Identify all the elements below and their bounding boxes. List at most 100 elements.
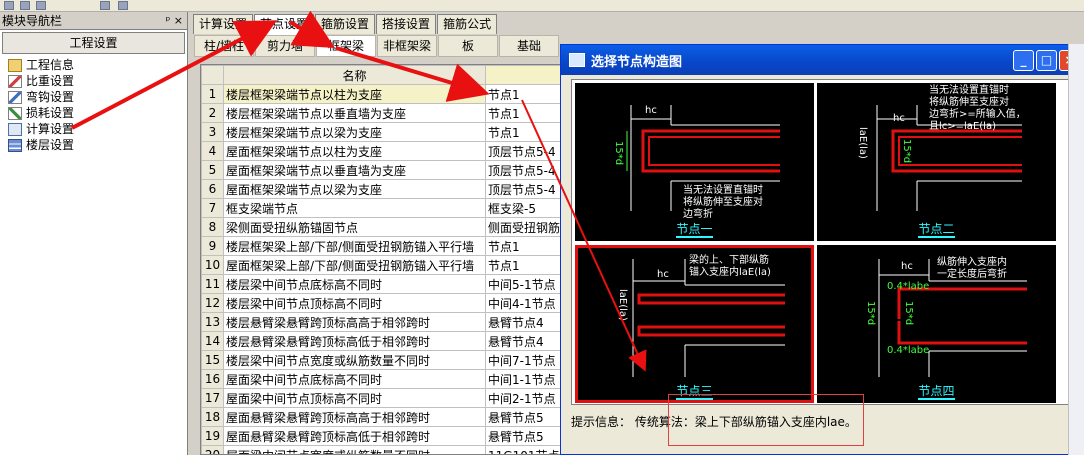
- table-row[interactable]: 11 楼层梁中间节点底标高不同时 中间5-1节点: [201, 274, 569, 294]
- save-icon[interactable]: [36, 1, 46, 10]
- row-name: 屋面框架梁端节点以梁为支座: [223, 179, 486, 199]
- nav-item-hook[interactable]: 弯钩设置: [8, 89, 187, 105]
- row-number: 8: [201, 217, 224, 237]
- row-value[interactable]: 顶层节点5-4: [485, 141, 569, 161]
- table-row[interactable]: 14 楼层悬臂梁悬臂跨顶标高低于相邻跨时 悬臂节点4: [201, 331, 569, 351]
- subtab-frame-beam[interactable]: 框架梁: [316, 35, 376, 57]
- row-name: 屋面框架梁端节点以柱为支座: [223, 141, 486, 161]
- tab-stirrup-settings[interactable]: 箍筋设置: [315, 14, 376, 34]
- table-row[interactable]: 8 梁侧面受扭纵筋锚固节点 侧面受扭钢筋: [201, 217, 569, 237]
- table-row[interactable]: 19 屋面悬臂梁悬臂跨顶标高低于相邻跨时 悬臂节点5: [201, 426, 569, 446]
- lae-label: laE(la): [857, 127, 868, 159]
- node-note: 梁的上、下部纵筋 锚入支座内laE(la): [689, 255, 771, 278]
- table-row[interactable]: 9 楼层框架梁上部/下部/侧面受扭钢筋锚入平行墙 节点1: [201, 236, 569, 256]
- subtab-column[interactable]: 柱/墙柱: [194, 35, 254, 57]
- row-value[interactable]: 11G101节点1: [485, 445, 569, 454]
- nav-item-calc[interactable]: 计算设置: [8, 121, 187, 137]
- row-value[interactable]: 侧面受扭钢筋: [485, 217, 569, 237]
- len-label: 15*d: [613, 141, 624, 166]
- row-value[interactable]: 悬臂节点4: [485, 312, 569, 332]
- nav-item-floor[interactable]: 楼层设置: [8, 137, 187, 153]
- row-value[interactable]: 节点1: [485, 84, 569, 104]
- table-row[interactable]: 6 屋面框架梁端节点以梁为支座 顶层节点5-4: [201, 179, 569, 199]
- project-settings-header[interactable]: 工程设置: [2, 32, 185, 54]
- row-value[interactable]: 节点1: [485, 236, 569, 256]
- new-file-icon[interactable]: [4, 1, 14, 10]
- row-value[interactable]: 节点1: [485, 103, 569, 123]
- table-row[interactable]: 1 楼层框架梁端节点以柱为支座 节点1: [201, 84, 569, 104]
- node-note: 当无法设置直锚时 将纵筋伸至支座对 边弯折>=所输入值， 且lc>=laE(la…: [929, 85, 1026, 132]
- redo-icon[interactable]: [118, 1, 128, 10]
- subtab-slab[interactable]: 板: [438, 35, 498, 57]
- row-number: 3: [201, 122, 224, 142]
- row-value[interactable]: 中间4-1节点: [485, 293, 569, 313]
- table-row[interactable]: 10 屋面框架梁上部/下部/侧面受扭钢筋锚入平行墙 节点1: [201, 255, 569, 275]
- row-name: 楼层框架梁端节点以梁为支座: [223, 122, 486, 142]
- subtab-shear-wall[interactable]: 剪力墙: [255, 35, 315, 57]
- row-number: 2: [201, 103, 224, 123]
- subtab-non-frame-beam[interactable]: 非框架梁: [377, 35, 437, 57]
- table-row[interactable]: 5 屋面框架梁端节点以垂直墙为支座 顶层节点5-4: [201, 160, 569, 180]
- nav-item-loss[interactable]: 损耗设置: [8, 105, 187, 121]
- row-name: 屋面梁中间节点宽度或纵筋数量不同时: [223, 445, 486, 454]
- table-row[interactable]: 7 框支梁端节点 框支梁-5: [201, 198, 569, 218]
- row-number: 19: [201, 426, 224, 446]
- row-name: 屋面梁中间节点底标高不同时: [223, 369, 486, 389]
- row-value[interactable]: 顶层节点5-4: [485, 179, 569, 199]
- row-value[interactable]: 顶层节点5-4: [485, 160, 569, 180]
- node-diagram-2[interactable]: hc laE(la) 15*d 当无法设置直锚时 将纵筋伸至支座对 边弯折>=所…: [817, 83, 1056, 241]
- row-number: 12: [201, 293, 224, 313]
- node-diagram-4[interactable]: hc 0.4*labe 0.4*labe 15*d 15*d 纵筋伸入支座内 一…: [817, 245, 1056, 403]
- row-value[interactable]: 悬臂节点5: [485, 426, 569, 446]
- tab-lap-settings[interactable]: 搭接设置: [376, 14, 437, 34]
- node-diagram-3[interactable]: hc laE(la) 梁的上、下部纵筋 锚入支座内laE(la) 节点三: [575, 245, 814, 403]
- table-row[interactable]: 3 楼层框架梁端节点以梁为支座 节点1: [201, 122, 569, 142]
- calc-icon: [8, 122, 22, 136]
- app-icon: [569, 53, 585, 67]
- tab-node-settings[interactable]: 节点设置: [254, 14, 315, 35]
- nav-item-project-info[interactable]: 工程信息: [8, 57, 187, 73]
- row-value[interactable]: 框支梁-5: [485, 198, 569, 218]
- row-name: 楼层悬臂梁悬臂跨顶标高低于相邻跨时: [223, 331, 486, 351]
- navigator-title-bar: 模块导航栏 ᵖ ×: [0, 12, 187, 30]
- edit-icon[interactable]: [20, 1, 30, 10]
- table-row[interactable]: 18 屋面悬臂梁悬臂跨顶标高高于相邻跨时 悬臂节点5: [201, 407, 569, 427]
- table-row[interactable]: 2 楼层框架梁端节点以垂直墙为支座 节点1: [201, 103, 569, 123]
- hint-highlight-box: [668, 394, 864, 446]
- table-row[interactable]: 15 楼层梁中间节点宽度或纵筋数量不同时 中间7-1节点: [201, 350, 569, 370]
- row-value[interactable]: 节点1: [485, 255, 569, 275]
- tab-stirrup-formula[interactable]: 箍筋公式: [437, 14, 498, 34]
- row-name: 框支梁端节点: [223, 198, 486, 218]
- len-label: 15*d: [901, 139, 912, 164]
- node-diagram-1[interactable]: hc 15*d 当无法设置直锚时 将纵筋伸至支座对 边弯折 节点一: [575, 83, 814, 241]
- tab-calc-settings[interactable]: 计算设置: [193, 14, 254, 34]
- dialog-titlebar[interactable]: 选择节点构造图: [561, 45, 1083, 75]
- node-note: 纵筋伸入支座内 一定长度后弯折: [937, 257, 1007, 280]
- row-value[interactable]: 节点1: [485, 122, 569, 142]
- minimize-button[interactable]: _: [1013, 50, 1034, 71]
- row-value[interactable]: 悬臂节点5: [485, 407, 569, 427]
- row-value[interactable]: 悬臂节点4: [485, 331, 569, 351]
- row-name: 屋面框架梁端节点以垂直墙为支座: [223, 160, 486, 180]
- row-value[interactable]: 中间5-1节点: [485, 274, 569, 294]
- maximize-button[interactable]: □: [1036, 50, 1057, 71]
- row-number: 20: [201, 445, 224, 454]
- pin-close-icons[interactable]: ᵖ ×: [166, 12, 183, 30]
- node-caption: 节点一: [676, 222, 713, 238]
- table-row[interactable]: 12 楼层梁中间节点顶标高不同时 中间4-1节点: [201, 293, 569, 313]
- table-row[interactable]: 17 屋面梁中间节点顶标高不同时 中间2-1节点: [201, 388, 569, 408]
- node-settings-table: 名称 1 楼层框架梁端节点以柱为支座 节点1 2 楼层框架梁端节点以垂直墙为支座 节点1 3…: [200, 64, 570, 455]
- table-row[interactable]: 4 屋面框架梁端节点以柱为支座 顶层节点5-4: [201, 141, 569, 161]
- undo-icon[interactable]: [100, 1, 110, 10]
- row-value[interactable]: 中间1-1节点: [485, 369, 569, 389]
- subtab-foundation[interactable]: 基础: [499, 35, 559, 57]
- row-value[interactable]: 中间2-1节点: [485, 388, 569, 408]
- table-row[interactable]: 13 楼层悬臂梁悬臂跨顶标高高于相邻跨时 悬臂节点4: [201, 312, 569, 332]
- table-row[interactable]: 20屋面梁中间节点宽度或纵筋数量不同时11G101节点1: [201, 445, 569, 454]
- row-name: 楼层框架梁端节点以柱为支座: [223, 84, 486, 104]
- vertical-scrollbar[interactable]: [1068, 44, 1084, 455]
- table-row[interactable]: 16 屋面梁中间节点底标高不同时 中间1-1节点: [201, 369, 569, 389]
- row-value[interactable]: 中间7-1节点: [485, 350, 569, 370]
- nav-item-weight[interactable]: 比重设置: [8, 73, 187, 89]
- row-number: 4: [201, 141, 224, 161]
